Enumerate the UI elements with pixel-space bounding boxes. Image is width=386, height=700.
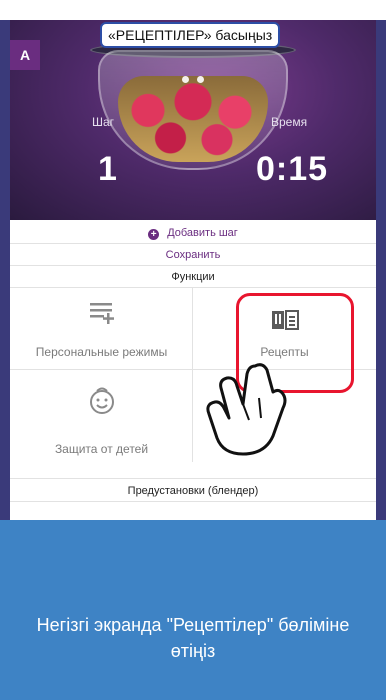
list-add-icon [90,303,114,324]
page-dot [197,76,205,83]
frame-edge-left [0,20,10,520]
plus-circle-icon: + [148,229,160,240]
instruction-text: Негізгі экранда "Рецептілер" бөліміне өт… [36,615,350,661]
child-face-icon [90,387,114,414]
child-lock-tile[interactable]: Защита от детей [10,370,193,462]
page-dot [181,76,189,83]
tutorial-frame: Шаг 1 Время 0:15 + Добавить шаг Сохранить… [0,0,386,700]
functions-header: Функции [10,266,376,288]
page-indicator [10,70,376,88]
add-step-label: Добавить шаг [167,227,238,239]
step-value: 1 [98,150,118,188]
pointing-hand-icon [206,363,287,456]
appliance-screen: Шаг 1 Время 0:15 + Добавить шаг Сохранить… [10,20,376,520]
step-badge: A [10,40,40,70]
personal-modes-label: Персональные режимы [35,345,168,359]
save-button[interactable]: Сохранить [10,244,376,266]
hero-panel: Шаг 1 Время 0:15 [10,20,376,220]
time-label: Время [271,115,308,129]
child-lock-label: Защита от детей [54,442,149,456]
instruction-panel: Негізгі экранда "Рецептілер" бөліміне өт… [0,520,386,700]
time-value: 0:15 [256,150,329,188]
add-step-button[interactable]: + Добавить шаг [10,222,376,244]
personal-modes-tile[interactable]: Персональные режимы [10,288,193,370]
callout-label: «РЕЦЕПТІЛЕР» басыңыз [100,22,281,48]
step-label: Шаг [92,115,115,129]
presets-header: Предустановки (блендер) [10,478,376,502]
frame-edge-right [376,20,386,520]
